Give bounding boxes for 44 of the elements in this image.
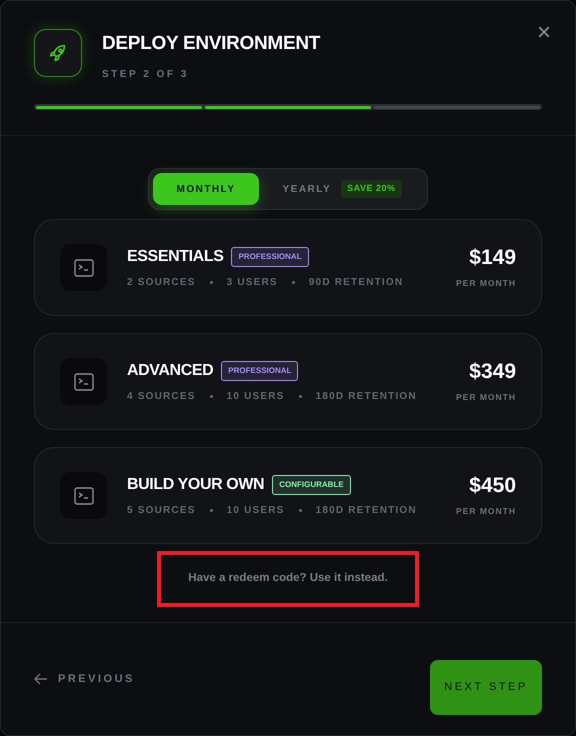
redeem-code-link[interactable]: Have a redeem code? Use it instead.	[188, 570, 388, 588]
terminal-icon	[60, 358, 107, 405]
close-button[interactable]: ×	[536, 19, 551, 47]
bullet-icon	[298, 509, 302, 512]
arrow-left-icon	[34, 673, 48, 685]
plan-feature: 10 USERS	[226, 504, 285, 518]
plan-feature: 4 SOURCES	[127, 390, 196, 404]
plan-price: $149	[469, 245, 516, 272]
plan-card[interactable]: ESSENTIALS PROFESSIONAL 2 SOURCES 3 USERS 90D RETENTION $149 PER MONTH	[34, 219, 542, 316]
dialog-title: DEPLOY ENVIRONMENT	[102, 32, 320, 56]
plan-card[interactable]: BUILD YOUR OWN CONFIGURABLE 5 SOURCES 10 USERS 180D RETENTION $450 PER MONTH	[34, 447, 542, 544]
previous-button[interactable]: PREVIOUS	[34, 670, 135, 688]
plan-feature: 5 SOURCES	[127, 504, 196, 518]
price-period: PER MONTH	[456, 277, 516, 290]
plan-tag: PROFESSIONAL	[221, 361, 298, 381]
plan-tag: CONFIGURABLE	[272, 475, 351, 495]
bullet-icon	[298, 395, 302, 398]
plan-card[interactable]: ADVANCED PROFESSIONAL 4 SOURCES 10 USERS 180D RETENTION $349 PER MONTH	[34, 333, 542, 430]
plan-price: $349	[469, 359, 516, 386]
plan-feature: 10 USERS	[226, 390, 285, 404]
bullet-icon	[210, 395, 213, 398]
plan-name: BUILD YOUR OWN	[127, 475, 264, 495]
terminal-icon	[60, 244, 107, 291]
bullet-icon	[292, 281, 295, 284]
bullet-icon	[210, 281, 213, 284]
plan-feature: 3 USERS	[226, 276, 278, 290]
plan-feature: 180D RETENTION	[316, 390, 417, 404]
bullet-icon	[210, 509, 213, 512]
plan-tag: PROFESSIONAL	[231, 247, 309, 267]
plan-feature: 2 SOURCES	[127, 276, 196, 290]
plan-name: ADVANCED	[127, 361, 214, 381]
price-period: PER MONTH	[456, 505, 516, 518]
terminal-icon	[60, 472, 107, 519]
billing-tab[interactable]: YEARLY SAVE 20%	[261, 173, 423, 205]
plan-price: $450	[469, 473, 516, 500]
billing-tab[interactable]: MONTHLY	[153, 173, 259, 205]
discount-badge: SAVE 20%	[341, 180, 402, 198]
price-period: PER MONTH	[456, 391, 516, 404]
rocket-icon	[34, 29, 82, 77]
plan-name: ESSENTIALS	[127, 247, 224, 267]
step-label: STEP 2 OF 3	[102, 68, 190, 82]
plan-feature: 180D RETENTION	[316, 504, 417, 518]
next-step-button[interactable]: NEXT STEP	[430, 660, 542, 715]
plan-feature: 90D RETENTION	[308, 276, 404, 290]
